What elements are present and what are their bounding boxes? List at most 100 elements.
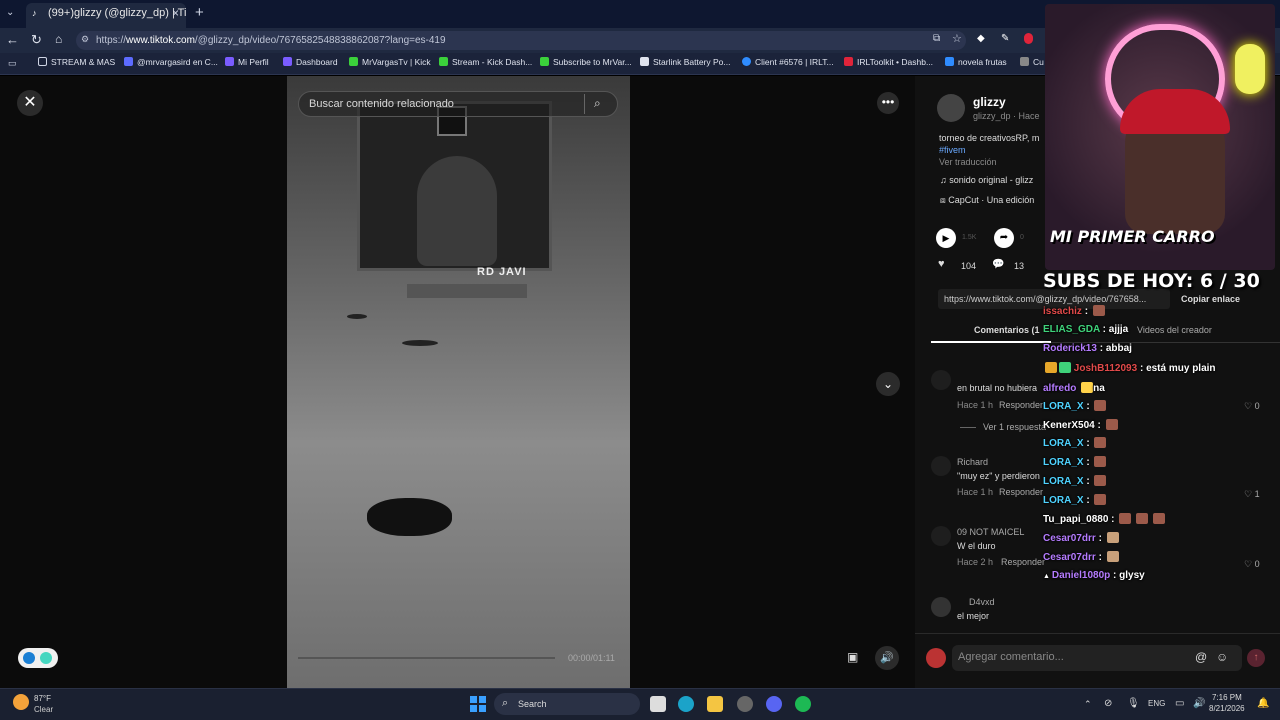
comment-avatar[interactable]: [931, 370, 951, 390]
bookmark-label: Subscribe to MrVar...: [553, 57, 632, 67]
tray-chevron-icon[interactable]: ⌃: [1084, 699, 1092, 710]
comment-bubble-icon[interactable]: 💬: [992, 259, 1004, 270]
copy-link-button[interactable]: Copiar enlace: [1181, 294, 1240, 304]
send-comment-icon[interactable]: ↑: [1247, 649, 1265, 667]
chat-text: está muy plain: [1146, 363, 1216, 374]
bookmark-item[interactable]: Stream - Kick Dash...: [439, 57, 532, 67]
comment-avatar[interactable]: [931, 526, 951, 546]
video-progress-bar[interactable]: [298, 657, 555, 659]
next-video-chevron-icon[interactable]: ⌄: [876, 372, 900, 396]
sound-row[interactable]: ♫ sonido original - glizz: [940, 175, 1033, 185]
new-tab-icon[interactable]: +: [195, 4, 204, 21]
reply-button[interactable]: Responder: [999, 400, 1043, 410]
task-view-icon[interactable]: [650, 696, 666, 712]
emoji-icon[interactable]: ☺: [1216, 650, 1228, 664]
taskbar-search-box[interactable]: [494, 693, 640, 715]
tab-close-icon[interactable]: ×: [172, 6, 179, 20]
comment-text: W el duro: [957, 541, 996, 551]
edge-browser-icon[interactable]: [678, 696, 694, 712]
browser-tab-active[interactable]: (99+)glizzy (@glizzy_dp) | Tik: [26, 3, 186, 28]
bookmark-label: MrVargasTv | Kick: [362, 57, 431, 67]
subs-goal-counter: SUBS DE HOY: 6 / 30: [1043, 270, 1260, 292]
notifications-icon[interactable]: 🔔: [1257, 698, 1269, 709]
comment-avatar[interactable]: [931, 597, 951, 617]
bookmark-item[interactable]: Mi Perfil: [225, 57, 269, 67]
back-icon[interactable]: ←: [6, 32, 19, 47]
bookmark-item[interactable]: MrVargasTv | Kick: [349, 57, 431, 67]
comment-username[interactable]: 09 NOT MAICEL: [957, 527, 1024, 537]
chat-message: KenerX504 :: [1043, 419, 1118, 431]
close-video-icon[interactable]: ✕: [17, 90, 43, 116]
kick-logo-icon: [349, 57, 358, 66]
video-floor-shape: [367, 498, 452, 536]
comment-count: 13: [1014, 261, 1025, 271]
obs-icon[interactable]: [737, 696, 753, 712]
refresh-icon[interactable]: ↻: [31, 32, 42, 48]
like-heart-icon[interactable]: ♥: [938, 258, 945, 270]
weather-icon[interactable]: [13, 694, 29, 710]
bookmark-item[interactable]: Client #6576 | IRLT...: [742, 57, 834, 67]
tiktok-favicon-icon: ♪: [32, 8, 37, 18]
home-icon[interactable]: ⌂: [55, 32, 62, 46]
bookmark-item[interactable]: Starlink Battery Po...: [640, 57, 730, 67]
app-available-icon[interactable]: ⧉: [933, 33, 940, 44]
floating-player-icon[interactable]: ▣: [847, 650, 858, 664]
input-language[interactable]: ENG: [1148, 699, 1165, 708]
view-replies-button[interactable]: Ver 1 respuesta: [983, 422, 1046, 432]
more-options-icon[interactable]: •••: [877, 92, 899, 114]
taskbar-search-label: Search: [518, 699, 547, 709]
url-field[interactable]: https://www.tiktok.com/@glizzy_dp/video/…: [76, 31, 966, 50]
creator-avatar[interactable]: [937, 94, 965, 122]
file-explorer-icon[interactable]: [707, 696, 723, 712]
bookmark-item[interactable]: @mrvargasird en C...: [124, 57, 218, 67]
bookmark-item[interactable]: STREAM & MAS: [38, 57, 115, 67]
share-icon[interactable]: ➦: [994, 228, 1014, 248]
bookmark-item[interactable]: novela frutas: [945, 57, 1007, 67]
tab-comments[interactable]: Comentarios (1: [974, 325, 1040, 335]
volume-tray-icon[interactable]: 🔊: [1193, 698, 1205, 709]
comment-avatar[interactable]: [931, 456, 951, 476]
chat-user: Tu_papi_0880: [1043, 514, 1109, 525]
tab-creator-videos[interactable]: Videos del creador: [1137, 325, 1212, 335]
tab-list-chevron-icon[interactable]: ⌄: [6, 7, 14, 18]
video-player[interactable]: RD JAVI: [287, 76, 630, 688]
comment-like[interactable]: ♡ 0: [1244, 401, 1260, 412]
comment-username[interactable]: Richard: [957, 457, 988, 467]
network-off-icon[interactable]: ⊘: [1104, 698, 1112, 709]
hashtag-link[interactable]: #fivem: [939, 145, 966, 155]
extension-pen-icon[interactable]: ✎: [1001, 33, 1009, 44]
bookmark-item[interactable]: Cu: [1020, 57, 1044, 67]
related-search-input[interactable]: Buscar contenido relacionado: [298, 91, 618, 117]
volume-icon[interactable]: 🔊: [875, 646, 899, 670]
video-time: 00:00/01:11: [568, 653, 615, 663]
comment-like[interactable]: ♡ 0: [1244, 559, 1260, 570]
collections-icon[interactable]: ▭: [8, 58, 17, 69]
clock-time[interactable]: 7:16 PM: [1212, 693, 1242, 702]
comment-like[interactable]: ♡ 1: [1244, 489, 1260, 500]
reply-button[interactable]: Responder: [999, 487, 1043, 497]
microphone-icon[interactable]: 🎙: [1127, 698, 1140, 709]
creator-name[interactable]: glizzy: [973, 95, 1006, 109]
discord-icon[interactable]: [766, 696, 782, 712]
extension-icon[interactable]: ◆: [977, 33, 985, 44]
site-info-icon[interactable]: ⚙: [81, 34, 89, 45]
bookmark-item[interactable]: Subscribe to MrVar...: [540, 57, 632, 67]
windows-start-icon[interactable]: [470, 696, 486, 712]
clock-date[interactable]: 8/21/2026: [1209, 704, 1245, 713]
mention-icon[interactable]: @: [1195, 650, 1207, 664]
search-icon[interactable]: ⌕: [594, 96, 601, 111]
weather-temp[interactable]: 87°F: [34, 694, 51, 703]
translate-link[interactable]: Ver traducción: [939, 157, 997, 167]
bookmark-item[interactable]: Dashboard: [283, 57, 338, 67]
user-avatar[interactable]: [926, 648, 946, 668]
extension-red-icon[interactable]: [1024, 33, 1033, 44]
reply-button[interactable]: Responder: [1001, 557, 1045, 567]
spotify-icon[interactable]: [795, 696, 811, 712]
capcut-row[interactable]: ⧈ CapCut · Una edición: [940, 195, 1034, 206]
bookmark-item[interactable]: IRLToolkit • Dashb...: [844, 57, 933, 67]
favorite-star-icon[interactable]: ☆: [952, 32, 962, 45]
chat-message: Tu_papi_0880 :: [1043, 513, 1165, 525]
comment-username[interactable]: D4vxd: [969, 597, 995, 607]
monitor-icon[interactable]: ▭: [1175, 698, 1184, 709]
comment-like-count: 0: [1254, 401, 1260, 411]
